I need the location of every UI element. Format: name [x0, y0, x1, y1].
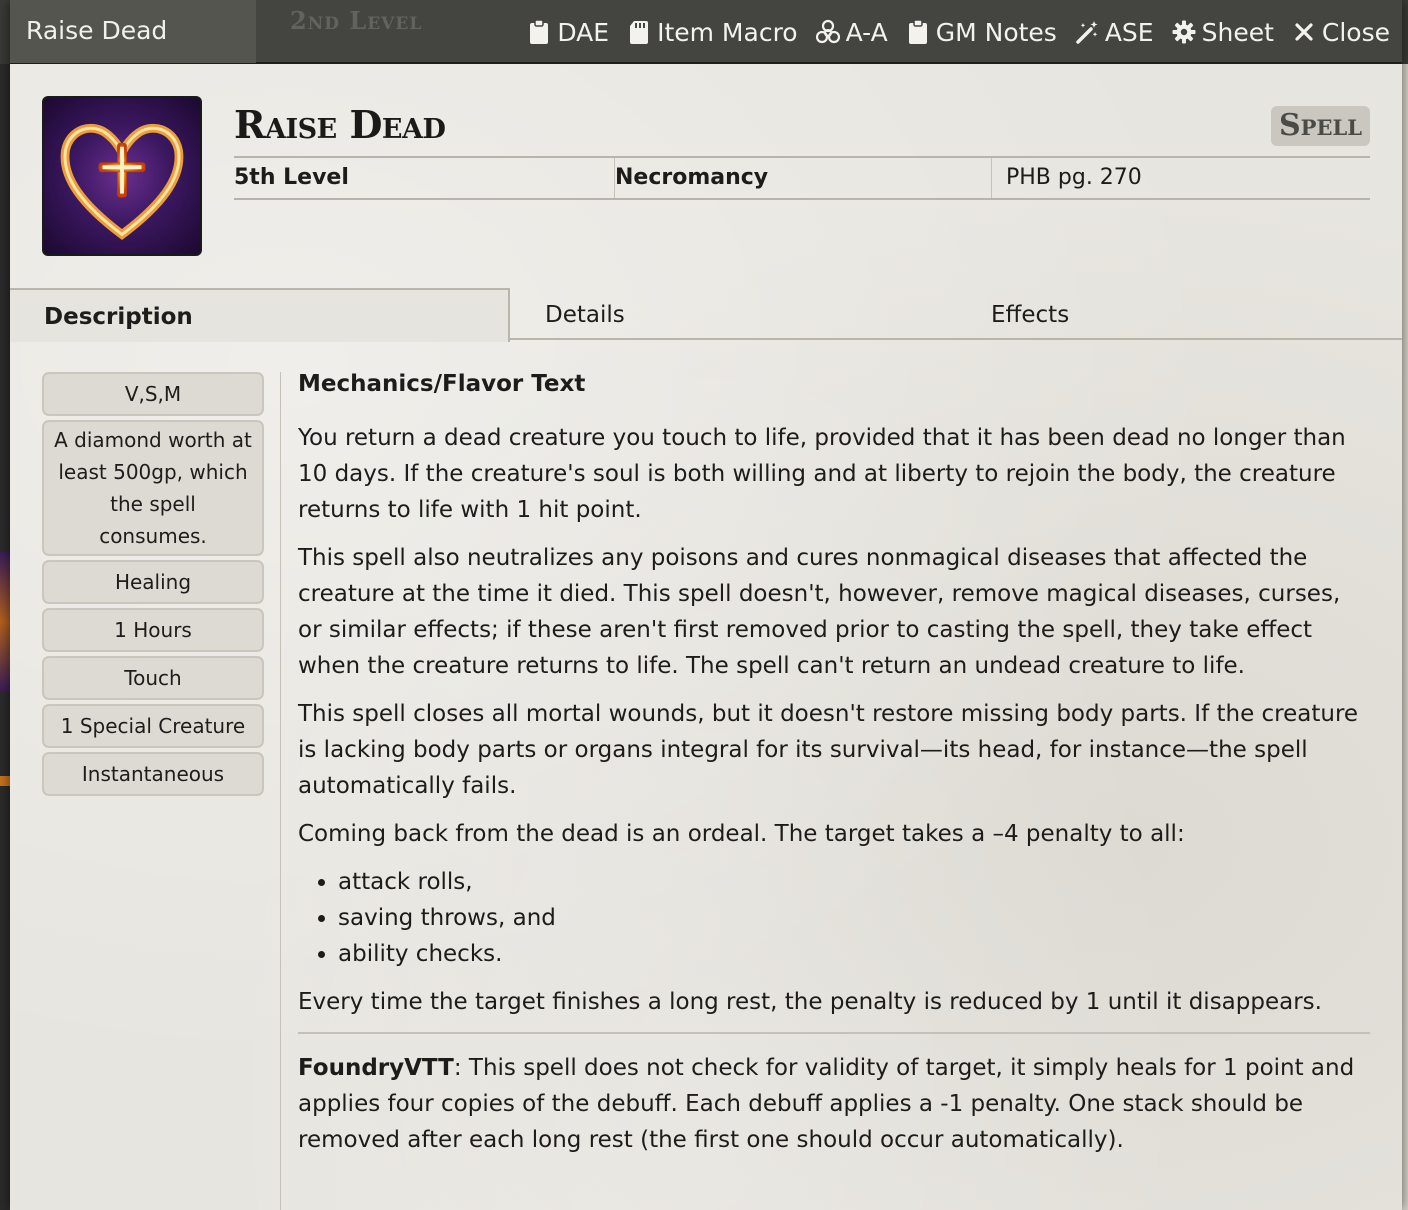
background-art-fragment: [0, 552, 10, 692]
clipboard-icon: [906, 19, 930, 45]
spell-school: Necromancy: [614, 158, 991, 198]
background-line-fragment: [0, 776, 10, 786]
clipboard-icon: [527, 19, 551, 45]
tab-details[interactable]: Details: [545, 288, 625, 340]
description-paragraph: You return a dead creature you touch to …: [298, 425, 1346, 523]
description-paragraph: This spell also neutralizes any poisons …: [298, 545, 1341, 679]
item-sheet-window: Raise Dead 2nd Level DAE Item Macro A-A: [10, 0, 1402, 1210]
sd-card-icon: [627, 19, 651, 45]
spell-image[interactable]: [42, 96, 202, 256]
item-macro-button[interactable]: Item Macro: [627, 18, 798, 47]
description-heading: Mechanics/Flavor Text: [298, 371, 586, 397]
background-ghost-text: 2nd Level: [290, 6, 423, 35]
description-paragraph: This spell closes all mortal wounds, but…: [298, 701, 1359, 799]
tab-divider: [956, 338, 1402, 340]
item-type-badge: Spell: [1271, 106, 1370, 146]
list-item: ability checks.: [338, 936, 1370, 972]
gm-notes-button[interactable]: GM Notes: [906, 18, 1057, 47]
close-button[interactable]: Close: [1292, 18, 1390, 47]
dae-label: DAE: [557, 17, 610, 47]
foundry-note-label: FoundryVTT: [298, 1055, 454, 1081]
description-paragraph: Coming back from the dead is an ordeal. …: [298, 821, 1185, 847]
spell-summary-row: 5th Level Necromancy PHB pg. 270: [234, 156, 1370, 200]
spell-level: 5th Level: [234, 165, 349, 190]
sheet-label: Sheet: [1201, 17, 1274, 47]
sheet-button[interactable]: Sheet: [1172, 18, 1274, 47]
item-macro-label: Item Macro: [657, 17, 798, 47]
magic-wand-icon: [1075, 19, 1099, 45]
a-a-button[interactable]: A-A: [815, 17, 888, 47]
property-action-type: Healing: [42, 560, 264, 604]
close-icon: [1292, 19, 1316, 45]
biohazard-icon: [815, 19, 840, 45]
sheet-tabs: Description Details Effects: [10, 288, 1402, 342]
tab-effects[interactable]: Effects: [991, 288, 1069, 340]
foundry-note-text: : This spell does not check for validity…: [298, 1055, 1355, 1153]
list-item: saving throws, and: [338, 900, 1370, 936]
description-closing: Every time the target finishes a long re…: [298, 989, 1322, 1015]
gear-icon: [1172, 19, 1196, 45]
tab-description[interactable]: Description: [10, 288, 510, 342]
foundry-note: FoundryVTT: This spell does not check fo…: [298, 1050, 1370, 1158]
property-target: 1 Special Creature: [42, 704, 264, 748]
spell-name[interactable]: Raise Dead: [234, 102, 446, 147]
sidebar-divider: [280, 372, 281, 1210]
ase-button[interactable]: ASE: [1075, 18, 1154, 47]
ase-label: ASE: [1104, 17, 1154, 47]
dae-button[interactable]: DAE: [527, 18, 609, 47]
penalty-list: attack rolls, saving throws, and ability…: [338, 864, 1370, 972]
property-materials: A diamond worth at least 500gp, which th…: [42, 420, 264, 556]
spell-source[interactable]: PHB pg. 270: [991, 158, 1370, 198]
property-range: Touch: [42, 656, 264, 700]
property-duration: Instantaneous: [42, 752, 264, 796]
window-title: Raise Dead: [10, 0, 256, 63]
header-controls: DAE Item Macro A-A GM Notes ASE Sheet Cl…: [527, 0, 1390, 64]
window-header[interactable]: Raise Dead 2nd Level DAE Item Macro A-A: [10, 0, 1402, 64]
close-label: Close: [1321, 17, 1390, 47]
gm-notes-label: GM Notes: [935, 17, 1057, 47]
property-components: V,S,M: [42, 372, 264, 416]
description-divider: [298, 1032, 1370, 1034]
a-a-label: A-A: [845, 17, 888, 47]
list-item: attack rolls,: [338, 864, 1370, 900]
property-casting-time: 1 Hours: [42, 608, 264, 652]
description-content[interactable]: Mechanics/Flavor Text You return a dead …: [298, 368, 1370, 1170]
spell-properties: V,S,M A diamond worth at least 500gp, wh…: [42, 372, 264, 796]
